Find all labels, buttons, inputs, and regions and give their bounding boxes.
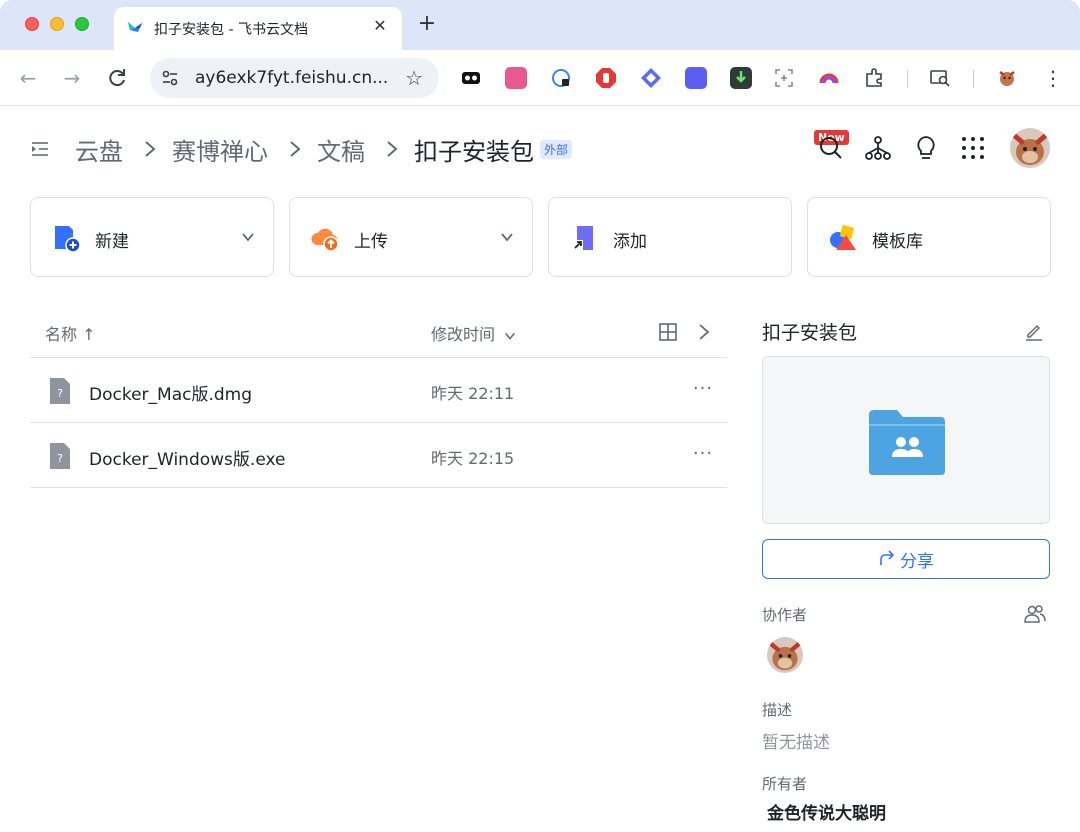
- chevron-right-icon: [290, 141, 301, 157]
- browser-toolbar: ← → ay6exk7fyt.feishu.cn... ☆ New ⋮: [0, 50, 1080, 145]
- panel-title: 扣子安装包: [762, 322, 858, 344]
- share-icon: [880, 550, 895, 565]
- chevron-right-icon: [145, 141, 156, 157]
- chevron-down-icon: [505, 332, 515, 340]
- svg-text:?: ?: [57, 387, 63, 400]
- more-options-icon[interactable]: ···: [690, 376, 716, 402]
- file-name[interactable]: Docker_Mac版.dmg: [89, 380, 252, 405]
- breadcrumb-item-root[interactable]: 云盘: [75, 132, 123, 167]
- tab-close-icon[interactable]: ✕: [370, 16, 390, 36]
- reload-icon[interactable]: [105, 66, 129, 90]
- owner-name: 金色传说大聪明: [767, 804, 886, 824]
- modified-time-label: 修改时间: [431, 325, 496, 344]
- url-text[interactable]: ay6exk7fyt.feishu.cn...: [195, 68, 388, 88]
- template-library-label: 模板库: [872, 232, 923, 252]
- extension-adblock-icon[interactable]: [595, 67, 617, 89]
- shared-folder-icon: [869, 410, 945, 475]
- file-modified-time: 昨天 22:15: [431, 449, 515, 468]
- extension-diamond-icon[interactable]: [640, 67, 662, 89]
- bookmark-star-icon[interactable]: ☆: [405, 66, 423, 90]
- extensions-puzzle-icon[interactable]: [863, 67, 885, 89]
- more-options-icon[interactable]: ···: [690, 441, 716, 467]
- chevron-down-icon: [242, 233, 254, 242]
- file-modified-time: 昨天 22:11: [431, 384, 515, 403]
- tab-title: 扣子安装包 - 飞书云文档: [154, 22, 308, 38]
- template-library-button[interactable]: 模板库: [807, 197, 1051, 277]
- sort-by-name-header[interactable]: 名称 ↑: [45, 321, 96, 345]
- share-button-label: 分享: [900, 551, 934, 572]
- lightbulb-icon[interactable]: [912, 134, 940, 162]
- new-doc-icon: [55, 226, 81, 253]
- address-bar[interactable]: ay6exk7fyt.feishu.cn... ☆: [150, 58, 439, 98]
- search-icon[interactable]: [817, 134, 845, 162]
- extension-screenshot-icon[interactable]: [773, 67, 795, 89]
- external-badge: 外部: [540, 139, 573, 159]
- browser-tab-active[interactable]: 扣子安装包 - 飞书云文档 ✕: [114, 7, 402, 50]
- new-button[interactable]: 新建: [30, 197, 274, 277]
- sidebar-toggle-icon[interactable]: [30, 139, 50, 159]
- new-button-label: 新建: [95, 232, 129, 252]
- org-chart-icon[interactable]: [864, 134, 892, 162]
- unknown-file-icon: ?: [50, 443, 70, 469]
- svg-text:?: ?: [57, 452, 63, 465]
- extension-tdk-icon[interactable]: [685, 67, 707, 89]
- folder-preview: [762, 356, 1050, 524]
- new-tab-button[interactable]: +: [416, 13, 438, 35]
- browser-window: 扣子安装包 - 飞书云文档 ✕ + ← → ay6exk7fyt.feishu.…: [0, 0, 1080, 832]
- file-table-header: 名称 ↑ 修改时间: [30, 308, 727, 358]
- browser-menu-icon[interactable]: ⋮: [1043, 65, 1063, 91]
- upload-button[interactable]: 上传: [289, 197, 533, 277]
- chevron-down-icon: [501, 233, 513, 242]
- toolbar-divider: [973, 70, 974, 88]
- forward-icon[interactable]: →: [60, 66, 84, 90]
- lens-search-icon[interactable]: [929, 67, 951, 89]
- description-label: 描述: [762, 701, 793, 719]
- breadcrumb-item-current: 扣子安装包: [414, 137, 534, 166]
- description-value[interactable]: 暂无描述: [762, 728, 830, 753]
- apps-grid-icon[interactable]: [959, 134, 987, 162]
- sort-by-modified-header[interactable]: 修改时间: [431, 321, 516, 345]
- back-icon[interactable]: ←: [16, 66, 40, 90]
- extension-glasses-icon[interactable]: [460, 67, 482, 89]
- owner-label: 所有者: [762, 775, 808, 793]
- extension-translate-icon[interactable]: [505, 67, 527, 89]
- breadcrumb: 云盘 赛博禅心 文稿 扣子安装包 外部: [30, 130, 573, 168]
- template-icon: [830, 225, 856, 250]
- add-shortcut-icon: [573, 226, 593, 250]
- chevron-right-icon[interactable]: [694, 322, 714, 342]
- site-settings-icon[interactable]: [160, 68, 180, 88]
- close-window-button[interactable]: [25, 17, 39, 31]
- minimize-window-button[interactable]: [50, 17, 64, 31]
- add-button-label: 添加: [613, 232, 647, 252]
- unknown-file-icon: ?: [50, 378, 70, 404]
- share-button[interactable]: 分享: [762, 539, 1050, 579]
- chevron-right-icon: [387, 141, 398, 157]
- file-name[interactable]: Docker_Windows版.exe: [89, 445, 285, 470]
- add-button[interactable]: 添加: [548, 197, 792, 277]
- edit-icon[interactable]: [1024, 321, 1044, 341]
- tab-strip: 扣子安装包 - 飞书云文档 ✕ +: [0, 0, 1080, 50]
- toolbar-divider: [907, 70, 908, 88]
- user-avatar[interactable]: [1010, 128, 1050, 168]
- upload-button-label: 上传: [354, 232, 388, 252]
- extension-download-icon[interactable]: [730, 67, 752, 89]
- grid-view-icon[interactable]: [658, 322, 678, 342]
- breadcrumb-item-space[interactable]: 赛博禅心: [172, 132, 268, 167]
- extension-password-icon[interactable]: [550, 67, 572, 89]
- table-row[interactable]: ? Docker_Windows版.exe 昨天 22:15 ···: [30, 423, 727, 488]
- extension-rainbow-icon[interactable]: [818, 67, 840, 89]
- breadcrumb-item-folder[interactable]: 文稿: [317, 132, 365, 167]
- table-row[interactable]: ? Docker_Mac版.dmg 昨天 22:11 ···: [30, 358, 727, 423]
- profile-avatar-icon[interactable]: [996, 67, 1018, 89]
- collaborator-avatar[interactable]: [767, 637, 803, 673]
- maximize-window-button[interactable]: [75, 17, 89, 31]
- feishu-logo-icon: [128, 22, 142, 32]
- upload-cloud-icon: [311, 228, 339, 252]
- collaborators-label: 协作者: [762, 606, 808, 624]
- manage-collaborators-icon[interactable]: [1024, 603, 1046, 625]
